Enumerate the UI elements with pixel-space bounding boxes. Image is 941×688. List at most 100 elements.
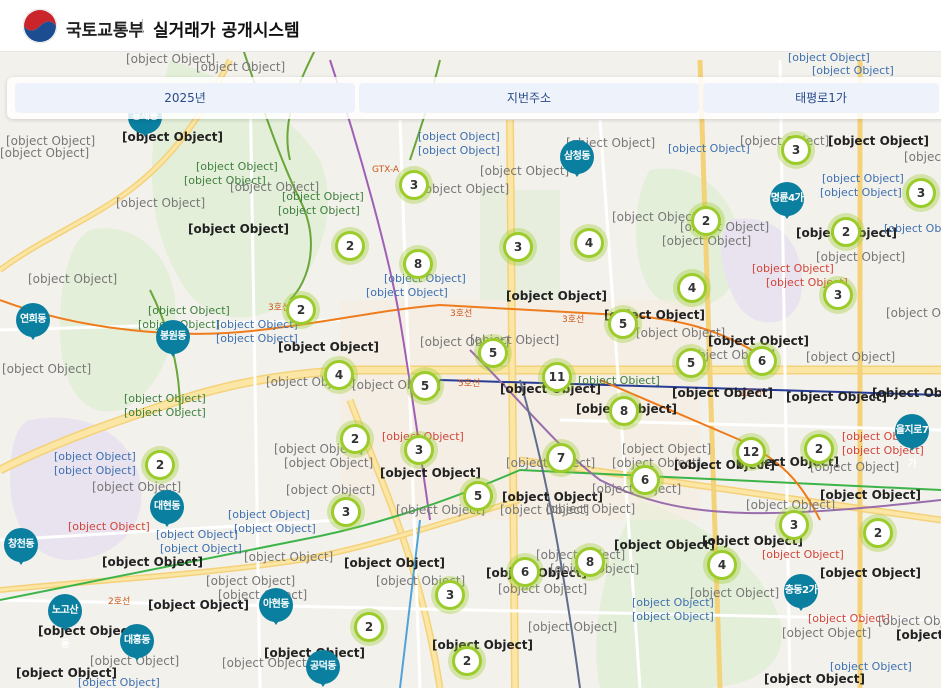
map-label: [object Object] (878, 614, 941, 628)
map-label: [object Object] (884, 222, 941, 235)
service-title[interactable]: 실거래가 공개시스템 (153, 16, 300, 41)
district-marker-gongdeok[interactable]: 공덕동 (306, 650, 340, 687)
transaction-count-marker[interactable]: 2 (831, 217, 861, 247)
map-label: [object Object] (816, 250, 906, 264)
map-label: [object Object] (622, 442, 712, 456)
map-label: [object Object] (228, 508, 310, 521)
transaction-count-marker[interactable]: 11 (542, 362, 572, 392)
map-label: [object Object] (528, 620, 618, 634)
district-marker-chung2ga[interactable]: 충동2가 (784, 574, 818, 611)
map-label: [object Object] (886, 306, 941, 320)
transaction-count-marker[interactable]: 2 (145, 450, 175, 480)
district-marker-bongwon[interactable]: 봉원동 (156, 320, 190, 357)
header-divider (142, 19, 143, 33)
district-marker-daeheung[interactable]: 대흥동 (120, 624, 154, 661)
map-label: [object Object] (188, 222, 289, 236)
transaction-count-marker[interactable]: 2 (691, 206, 721, 236)
transaction-count-marker[interactable]: 3 (906, 178, 936, 208)
map-label: [object Object] (662, 234, 752, 248)
transaction-count-marker[interactable]: 4 (707, 550, 737, 580)
transaction-count-marker[interactable]: 3 (779, 510, 809, 540)
district-marker-daehyeon[interactable]: 대현동 (150, 490, 184, 527)
road-label: 5호선 (458, 379, 481, 389)
transaction-count-marker[interactable]: 2 (452, 646, 482, 676)
transaction-count-marker[interactable]: 7 (546, 443, 576, 473)
transaction-count-marker[interactable]: 3 (503, 232, 533, 262)
district-marker-euljiro7ga[interactable]: 을지로7가 (895, 414, 929, 470)
map-label: [object Object] (148, 304, 230, 317)
transaction-count-marker[interactable]: 4 (574, 228, 604, 258)
transaction-count-marker[interactable]: 6 (510, 557, 540, 587)
ministry-name: 국토교통부 (66, 21, 145, 41)
map-label: [object Object] (432, 638, 533, 652)
transaction-count-marker[interactable]: 8 (403, 249, 433, 279)
map-label: [object Object] (286, 483, 376, 497)
map-label: [object Object] (102, 555, 203, 569)
map-label: [object Object] (418, 130, 500, 143)
map-label: [object Object] (116, 196, 206, 210)
transaction-count-marker[interactable]: 3 (781, 135, 811, 165)
map-label: [object Object] (788, 51, 870, 64)
map-label: [object Object] (820, 488, 921, 502)
transaction-count-marker[interactable]: 3 (823, 280, 853, 310)
map-label: [object Object] (282, 190, 364, 203)
map-label: [object Object] (54, 464, 136, 477)
map-label: [object Object] (28, 272, 118, 286)
map-label: [object Object] (160, 542, 242, 555)
map-label: [object Object] (278, 340, 379, 354)
transaction-count-marker[interactable]: 2 (286, 295, 316, 325)
transaction-count-marker[interactable]: 2 (340, 424, 370, 454)
transaction-count-marker[interactable]: 5 (463, 481, 493, 511)
map-label: [object Object] (366, 286, 448, 299)
transaction-count-marker[interactable]: 4 (677, 273, 707, 303)
road-label: GTX-A (372, 165, 400, 175)
filter-bar: 2025년 지번주소 태평로1가 (7, 77, 941, 119)
road-label: 2호선 (108, 597, 131, 607)
transaction-count-marker[interactable]: 6 (747, 346, 777, 376)
map-label: [object Object] (284, 456, 374, 470)
transaction-count-marker[interactable]: 3 (331, 497, 361, 527)
map-label: [object Object] (764, 672, 865, 686)
map-label: [object Object] (418, 144, 500, 157)
transaction-count-marker[interactable]: 8 (575, 547, 605, 577)
transaction-count-marker[interactable]: 2 (354, 612, 384, 642)
map-label: [object Object] (506, 289, 607, 303)
map-label: [object Object] (672, 386, 773, 400)
map-label: [object Object] (668, 142, 750, 155)
district-marker-nogosan[interactable]: 노고산동 (48, 594, 82, 650)
transaction-count-marker[interactable]: 8 (609, 396, 639, 426)
transaction-count-marker[interactable]: 5 (608, 309, 638, 339)
transaction-count-marker[interactable]: 4 (324, 360, 354, 390)
transaction-count-marker[interactable]: 5 (676, 348, 706, 378)
map-label: [object Object] (124, 406, 206, 419)
transaction-count-marker[interactable]: 12 (736, 437, 766, 467)
transaction-count-marker[interactable]: 3 (399, 170, 429, 200)
district-marker-ahyeon[interactable]: 아현동 (259, 588, 293, 625)
map-label: [object Object] (614, 538, 715, 552)
year-filter[interactable]: 2025년 (15, 83, 355, 113)
map-label: [object Object] (278, 204, 360, 217)
map-label: [object Object] (632, 610, 714, 623)
map-label: [object Object] (54, 450, 136, 463)
transaction-count-marker[interactable]: 2 (804, 434, 834, 464)
map-label: [object Object] (420, 182, 510, 196)
district-marker-changcheon[interactable]: 창천동 (4, 528, 38, 565)
district-marker-yeonhui[interactable]: 연희동 (16, 303, 50, 340)
district-marker-samcheong[interactable]: 삼청동 (560, 140, 594, 177)
location-filter[interactable]: 태평로1가 (703, 83, 939, 113)
transaction-count-marker[interactable]: 2 (335, 231, 365, 261)
transaction-count-marker[interactable]: 3 (435, 580, 465, 610)
map-label: [object Object] (820, 566, 921, 580)
road-label: 3호선 (450, 309, 473, 319)
district-marker-myeongnyun4ga[interactable]: 명륜4가 (770, 182, 804, 219)
map-label: [object Object] (806, 350, 896, 364)
map-label: [object Object] (380, 466, 481, 480)
transaction-count-marker[interactable]: 5 (478, 338, 508, 368)
address-type-filter[interactable]: 지번주소 (359, 83, 699, 113)
transaction-count-marker[interactable]: 2 (863, 518, 893, 548)
map-label: [object Object] (812, 64, 894, 77)
transaction-count-marker[interactable]: 3 (404, 435, 434, 465)
transaction-count-marker[interactable]: 6 (630, 465, 660, 495)
transaction-count-marker[interactable]: 5 (410, 371, 440, 401)
map-label: [object Object] (782, 626, 872, 640)
